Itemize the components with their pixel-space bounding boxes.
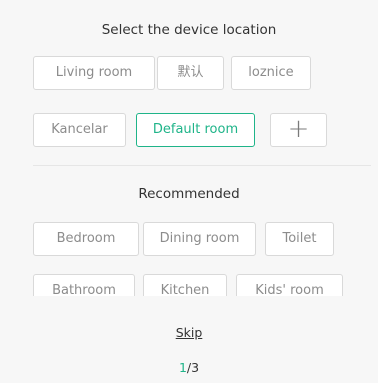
existing-rooms-row-2: Kancelar Default room + (0, 113, 378, 147)
skip-link[interactable]: Skip (0, 324, 378, 342)
recommended-chip-bathroom[interactable]: Bathroom (33, 274, 135, 296)
device-location-panel: Select the device location Living room 默… (0, 0, 378, 383)
page-indicator: 1/3 (0, 359, 378, 377)
section-divider (33, 165, 371, 166)
room-chip-kancelar[interactable]: Kancelar (33, 113, 126, 147)
room-chip-loznice[interactable]: loznice (231, 56, 311, 90)
room-chip-living-room[interactable]: Living room (33, 56, 155, 90)
room-chip-default-room[interactable]: Default room (136, 113, 255, 147)
recommended-row-1: Bedroom Dining room Toilet (0, 222, 378, 256)
page-total: /3 (186, 360, 200, 375)
recommended-chip-dining-room[interactable]: Dining room (143, 222, 256, 256)
existing-rooms-row-1: Living room 默认 loznice (0, 56, 378, 90)
page-current: 1 (178, 360, 187, 375)
recommended-row-2: Bathroom Kitchen Kids' room (0, 274, 378, 296)
recommended-chip-kids-room[interactable]: Kids' room (236, 274, 343, 296)
recommended-chip-toilet[interactable]: Toilet (265, 222, 334, 256)
recommended-chip-kitchen[interactable]: Kitchen (143, 274, 227, 296)
add-room-button[interactable]: + (270, 113, 327, 147)
recommended-chip-bedroom[interactable]: Bedroom (33, 222, 139, 256)
plus-icon: + (287, 114, 310, 144)
room-chip-default-cn[interactable]: 默认 (157, 56, 224, 90)
recommended-title: Recommended (138, 186, 240, 202)
page-title: Select the device location (101, 22, 277, 38)
